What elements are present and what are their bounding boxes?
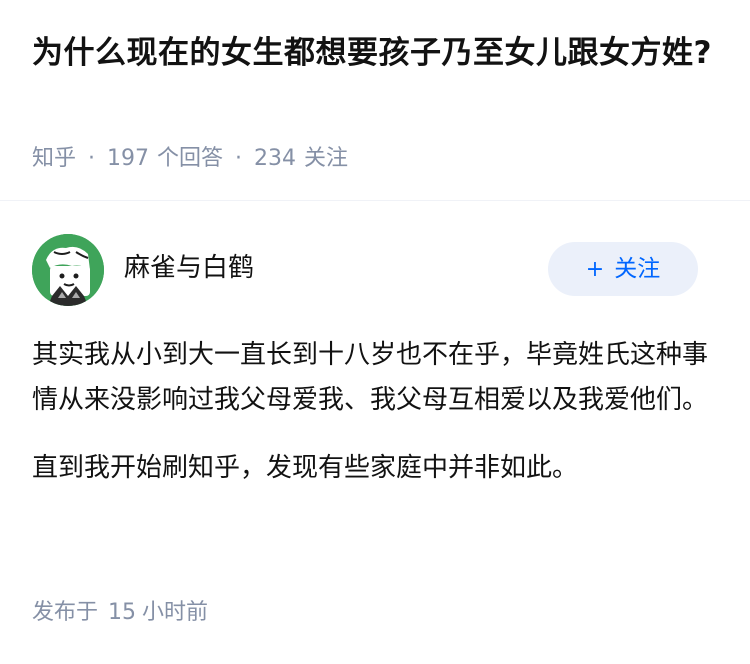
- answer-count: 197: [107, 146, 150, 171]
- timestamp-value: 15: [108, 600, 137, 625]
- plus-icon: +: [585, 257, 605, 282]
- meta-separator: ·: [88, 146, 96, 171]
- author-name[interactable]: 麻雀与白鹤: [124, 250, 254, 286]
- meta-separator: ·: [235, 146, 243, 171]
- answer-paragraph: 其实我从小到大一直长到十八岁也不在乎，毕竟姓氏这种事情从来没影响过我父母爱我、我…: [32, 340, 709, 415]
- question-meta: 知乎 · 197 个回答 · 234 关注: [32, 143, 348, 175]
- follower-count-label: 关注: [304, 146, 349, 171]
- follow-button-label: 关注: [614, 256, 661, 282]
- timestamp-prefix: 发布于: [32, 600, 99, 625]
- timestamp-unit: 小时前: [142, 600, 209, 625]
- avatar-illustration: [32, 234, 104, 306]
- answer-timestamp: 发布于 15 小时前: [32, 597, 208, 629]
- follower-count: 234: [254, 146, 297, 171]
- section-divider: [0, 200, 750, 201]
- answer-content[interactable]: 其实我从小到大一直长到十八岁也不在乎，毕竟姓氏这种事情从来没影响过我父母爱我、我…: [32, 333, 712, 514]
- cartoon-character-avatar-icon[interactable]: [32, 234, 104, 306]
- answer-count-label: 个回答: [157, 146, 224, 171]
- follow-button[interactable]: + 关注: [548, 242, 698, 296]
- answer-author-row: 麻雀与白鹤 + 关注: [32, 234, 718, 306]
- question-title[interactable]: 为什么现在的女生都想要孩子乃至女儿跟女方姓?: [32, 30, 718, 76]
- source-label[interactable]: 知乎: [32, 146, 76, 171]
- answer-paragraph: 直到我开始刷知乎，发现有些家庭中并非如此。: [32, 453, 579, 483]
